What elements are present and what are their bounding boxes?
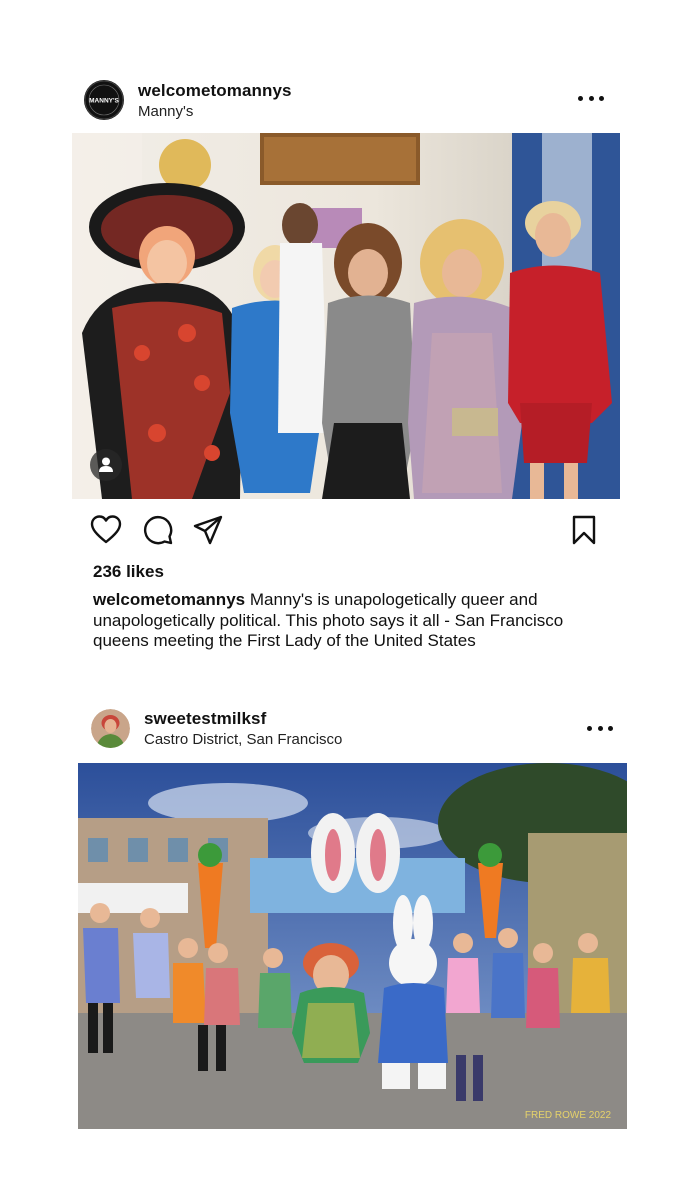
user-tag-button[interactable] — [90, 449, 122, 481]
more-horizontal-icon — [587, 725, 592, 731]
photo-easter-event-castro: FRED ROWE 2022 — [78, 763, 627, 1129]
photo-watermark: FRED ROWE 2022 — [525, 1110, 612, 1121]
heart-icon[interactable] — [90, 514, 122, 546]
more-options-button[interactable] — [587, 723, 613, 733]
more-horizontal-icon — [578, 95, 583, 101]
post-photo[interactable]: FRED ROWE 2022 — [78, 763, 627, 1129]
photo-drag-queens-first-lady — [72, 133, 620, 499]
post-location[interactable]: Castro District, San Francisco — [144, 731, 342, 748]
post-header: sweetestmilksf Castro District, San Fran… — [91, 709, 342, 748]
post-location[interactable]: Manny's — [138, 103, 292, 120]
avatar-logo: MANNY'S — [84, 80, 124, 120]
more-options-button[interactable] — [578, 93, 604, 103]
avatar[interactable]: MANNY'S — [84, 80, 124, 120]
post-caption: welcometomannys Manny's is unapologetica… — [93, 590, 613, 650]
bookmark-icon[interactable] — [568, 514, 600, 546]
caption-username[interactable]: welcometomannys — [93, 590, 245, 609]
avatar-photo — [91, 709, 130, 748]
post-username[interactable]: sweetestmilksf — [144, 709, 342, 729]
avatar[interactable] — [91, 709, 130, 748]
post-header: MANNY'S welcometomannys Manny's — [84, 80, 292, 120]
post-photo[interactable] — [72, 133, 620, 499]
share-icon[interactable] — [192, 514, 224, 546]
comment-icon[interactable] — [142, 514, 174, 546]
action-bar — [90, 514, 600, 546]
post-username[interactable]: welcometomannys — [138, 81, 292, 101]
avatar-text: MANNY'S — [89, 98, 119, 105]
user-tag-icon — [99, 457, 113, 472]
likes-count[interactable]: 236 likes — [93, 562, 164, 582]
